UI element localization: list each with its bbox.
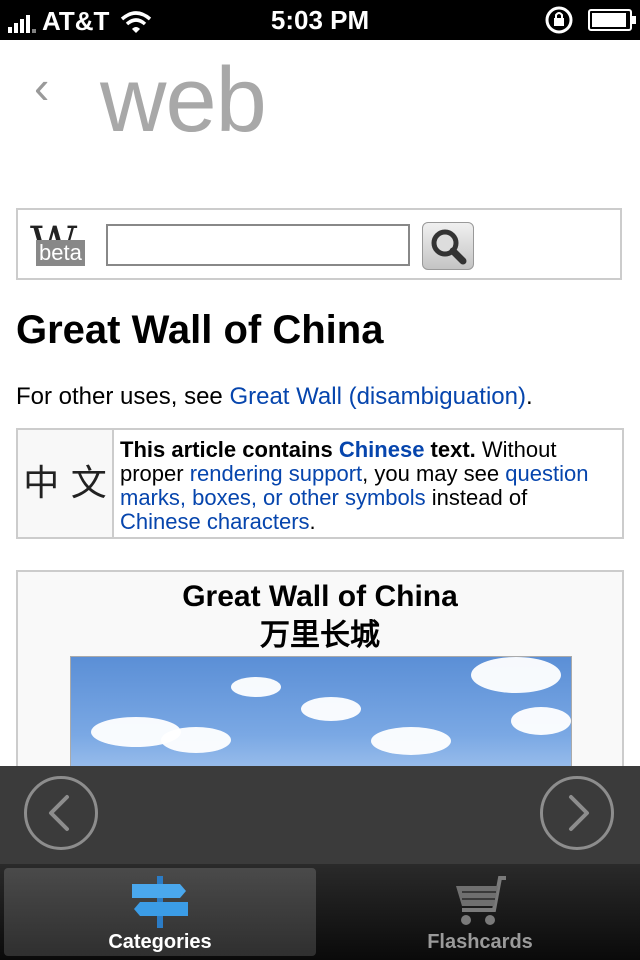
search-icon	[431, 229, 467, 265]
search-button[interactable]	[422, 222, 474, 270]
chinese-link[interactable]: Chinese	[339, 437, 425, 462]
hatnote-prefix: For other uses, see	[16, 383, 230, 410]
status-bar: AT&T 5:03 PM	[0, 0, 640, 40]
wikipedia-logo: W beta	[30, 216, 98, 270]
cart-icon	[456, 876, 506, 925]
rotation-lock-icon	[545, 6, 573, 34]
next-button[interactable]	[540, 776, 614, 850]
chinese-characters-link[interactable]: Chinese characters	[120, 509, 310, 534]
tab-categories[interactable]: Categories	[4, 868, 316, 956]
notice-text-2: , you may see	[362, 461, 506, 486]
previous-button[interactable]	[24, 776, 98, 850]
notice-text: This article contains Chinese text. With…	[120, 438, 610, 534]
page-heading: web	[100, 49, 267, 151]
tab-flashcards-label: Flashcards	[427, 931, 533, 953]
chinese-glyph-icon: 中 文	[18, 430, 114, 537]
page-nav-bar	[0, 766, 640, 864]
notice-text-3: instead of	[425, 485, 528, 510]
battery-icon	[588, 9, 636, 31]
back-button[interactable]: ‹	[34, 60, 49, 114]
tab-flashcards[interactable]: Flashcards	[324, 868, 636, 956]
tab-bar: Categories Flashcards	[0, 864, 640, 960]
beta-badge: beta	[36, 240, 85, 266]
chevron-left-icon	[49, 795, 69, 831]
notice-text-4: .	[309, 509, 316, 534]
rendering-support-link[interactable]: rendering support	[190, 461, 362, 486]
search-input[interactable]	[106, 224, 410, 266]
hatnote-suffix: .	[526, 383, 533, 410]
signpost-icon	[132, 876, 188, 928]
disambiguation-link[interactable]: Great Wall (disambiguation)	[229, 383, 526, 410]
infobox-title: Great Wall of China	[182, 580, 458, 613]
wiki-search-bar: W beta	[16, 208, 622, 280]
notice-bold-end: text.	[424, 437, 476, 462]
chevron-right-icon	[569, 795, 589, 831]
tab-categories-label: Categories	[108, 931, 212, 953]
chinese-text-notice: 中 文 This article contains Chinese text. …	[16, 428, 624, 539]
infobox: Great Wall of China 万里长城	[16, 570, 624, 788]
notice-bold-start: This article contains	[120, 437, 339, 462]
hatnote: For other uses, see Great Wall (disambig…	[16, 383, 533, 411]
infobox-chinese-name: 万里长城	[260, 618, 380, 653]
article-title: Great Wall of China	[16, 308, 384, 352]
